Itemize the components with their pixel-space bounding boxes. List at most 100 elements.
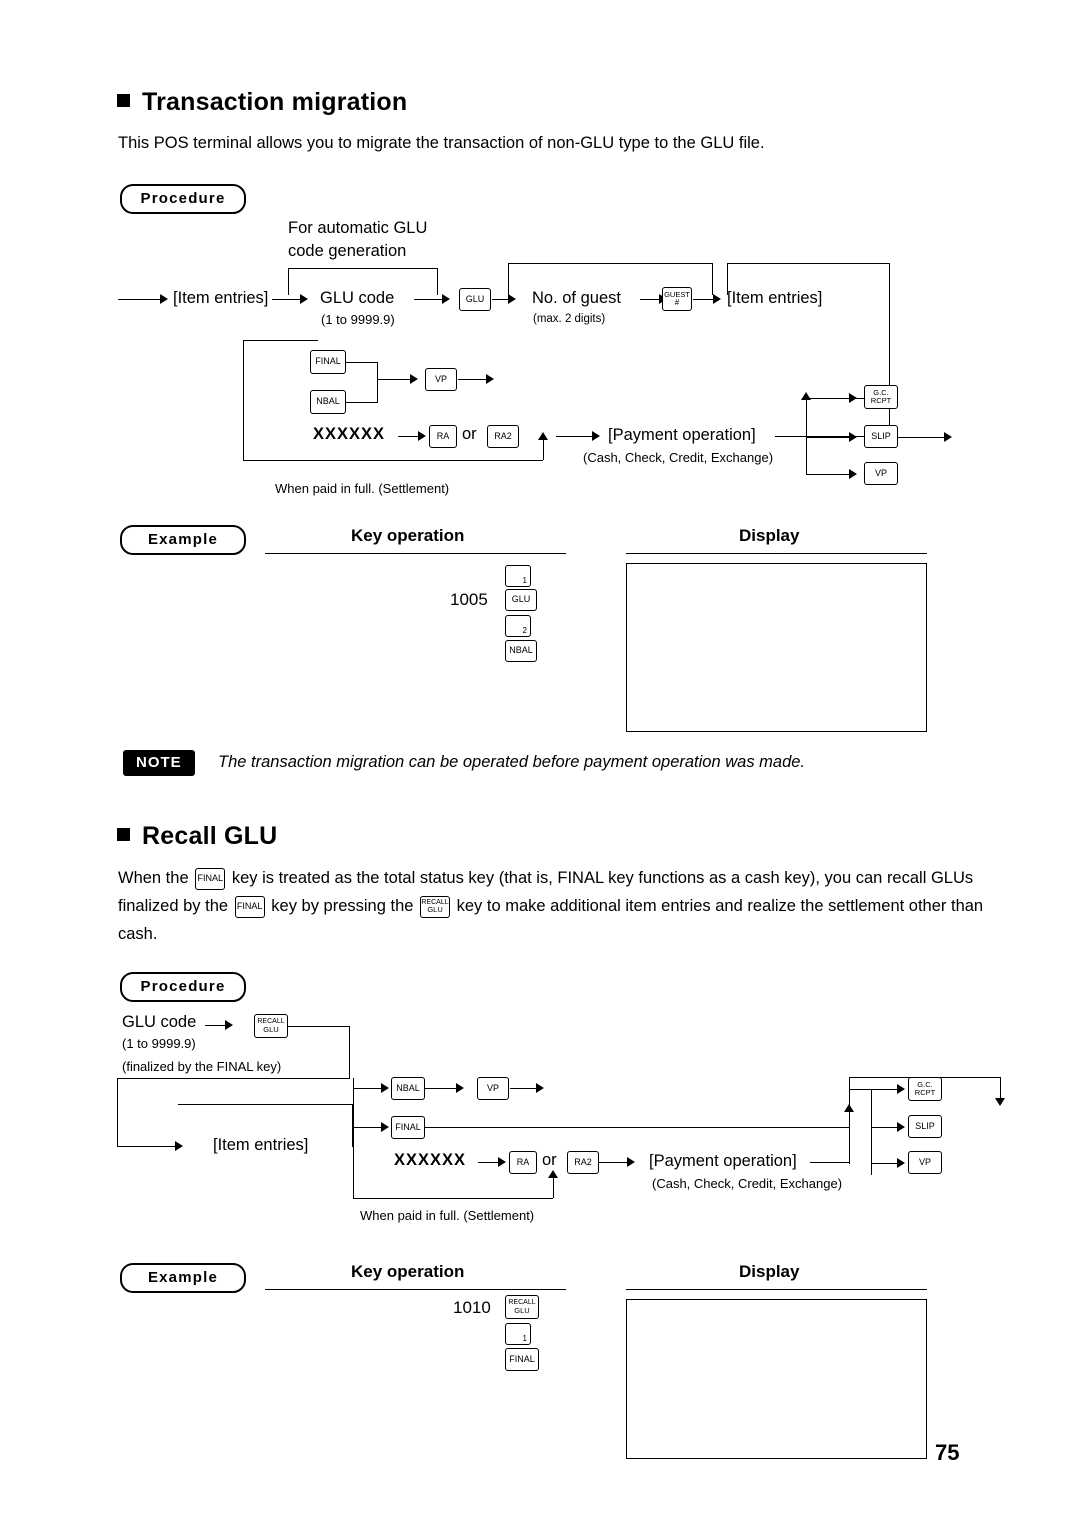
example1-amount: 1005 xyxy=(450,590,488,609)
flow1-right-branch-v xyxy=(806,398,807,474)
flow2-arrow-vp-out xyxy=(536,1083,544,1093)
key-recall-glu-1: RECALL GLU xyxy=(254,1014,288,1038)
flow1-join-to-vp xyxy=(377,379,412,380)
flow1-top-bracket-2-left xyxy=(508,263,509,295)
flow2-right-sub-top xyxy=(849,1089,871,1090)
flow2-arrow-payment xyxy=(627,1157,635,1167)
flow1-max-digits: (max. 2 digits) xyxy=(533,313,606,325)
flow1-xxxxxx-out xyxy=(398,436,420,437)
flow2-arrow-slip xyxy=(897,1122,905,1132)
example1-key-glu: GLU xyxy=(505,589,537,611)
flow2-final-out-long xyxy=(425,1127,850,1128)
flow2-glu-range: (1 to 9999.9) xyxy=(122,1036,196,1051)
col-display-1: Display xyxy=(739,526,800,545)
flow2-right-branch-v xyxy=(849,1110,850,1164)
flow1-top-bracket-3 xyxy=(727,263,890,264)
key-ra2-1: RA2 xyxy=(487,425,519,448)
example2-amount: 1010 xyxy=(453,1298,491,1317)
section-heading-transaction-migration: Transaction migration xyxy=(117,88,407,117)
example-label-2: Example xyxy=(120,1263,246,1293)
flow1-right-branch-bot xyxy=(806,474,851,475)
key-vp-2: VP xyxy=(864,462,898,485)
flow2-arrow-up-1 xyxy=(548,1170,558,1178)
flow2-arrow-vp2 xyxy=(897,1158,905,1168)
flow1-arrow-4 xyxy=(508,294,516,304)
col-key-operation-2: Key operation xyxy=(351,1262,465,1281)
manual-page: Transaction migration This POS terminal … xyxy=(0,0,1080,1526)
rule-display-1 xyxy=(626,553,927,554)
auto-glu-note-line1: For automatic GLU xyxy=(288,219,428,237)
para-l2b: key by pressing the xyxy=(271,897,414,915)
flow1-to-payment xyxy=(556,436,594,437)
flow2-box-left-down xyxy=(117,1078,118,1147)
flow1-top-bracket-3-right xyxy=(889,263,890,295)
key-slip-2: SLIP xyxy=(908,1115,942,1138)
flow1-payment-operation: [Payment operation] xyxy=(608,426,756,444)
flow2-arrow-ra xyxy=(498,1157,506,1167)
flow2-paid-in-full: When paid in full. (Settlement) xyxy=(360,1208,535,1223)
flow1-line-3 xyxy=(414,299,444,300)
key-final-3: FINAL xyxy=(391,1116,425,1139)
square-bullet-icon-2 xyxy=(117,828,130,841)
inline-key-final-2: FINAL xyxy=(234,895,265,918)
flow1-arrow-2 xyxy=(300,294,308,304)
flow2-arrow-1 xyxy=(225,1020,233,1030)
flow2-line-1 xyxy=(205,1025,227,1026)
flow2-box-right xyxy=(349,1026,350,1078)
flow1-exit-line xyxy=(898,437,946,438)
key-ra2-2: RA2 xyxy=(567,1151,599,1174)
key-vp-4: VP xyxy=(908,1151,942,1174)
flow1-arrow-1 xyxy=(160,294,168,304)
flow1-arrow-vp xyxy=(410,374,418,384)
example-label-1: Example xyxy=(120,525,246,555)
flow2-xxxxxx: XXXXXX xyxy=(394,1151,467,1169)
flow2-to-payment xyxy=(599,1162,629,1163)
key-nbal-1: NBAL xyxy=(310,390,346,414)
rule-key-operation-2 xyxy=(265,1289,566,1290)
flow2-arrow-gc xyxy=(897,1084,905,1094)
key-nbal-2: NBAL xyxy=(391,1077,425,1100)
flow2-item-entries-box xyxy=(178,1104,353,1147)
key-slip-1: SLIP xyxy=(864,425,898,448)
inline-key-final-1: FINAL xyxy=(195,867,226,890)
display-box-2 xyxy=(626,1299,927,1459)
flow2-to-nbal xyxy=(353,1088,383,1089)
flow1-top-bracket-1 xyxy=(288,268,438,269)
flow2-or: or xyxy=(542,1151,557,1169)
flow2-to-slip xyxy=(871,1127,899,1128)
flow1-glu-range: (1 to 9999.9) xyxy=(321,312,395,327)
flow1-line-2 xyxy=(272,299,302,300)
note-text: The transaction migration can be operate… xyxy=(218,753,806,771)
section-heading-recall-glu: Recall GLU xyxy=(117,822,277,851)
flow1-arrow-slip xyxy=(849,432,857,442)
flow2-box-top xyxy=(288,1026,350,1027)
flow1-arrow-vp2 xyxy=(849,469,857,479)
key-glu-1: GLU xyxy=(459,288,491,311)
flow1-top-bracket-2 xyxy=(508,263,713,264)
para-l2c: key to make additional item entries and … xyxy=(456,897,824,915)
display-box-1 xyxy=(626,563,927,732)
flow2-payment-types: (Cash, Check, Credit, Exchange) xyxy=(652,1176,843,1191)
example2-key-final: FINAL xyxy=(505,1348,539,1371)
flow2-stack-bottom-right xyxy=(553,1176,554,1198)
para-l1b: key is treated as the total status key (… xyxy=(231,869,883,887)
procedure-label-2: Procedure xyxy=(120,972,246,1002)
key-ra-2: RA xyxy=(509,1151,537,1174)
procedure-label-1: Procedure xyxy=(120,184,246,214)
flow2-payment-right xyxy=(810,1162,850,1163)
flow2-box-bottom xyxy=(117,1078,350,1079)
section2-paragraph: When the FINAL key is treated as the tot… xyxy=(118,864,1018,948)
note-badge: NOTE xyxy=(123,750,195,776)
flow1-left-box-top xyxy=(243,340,318,341)
flow2-to-gc xyxy=(871,1089,899,1090)
flow2-nbal-out xyxy=(425,1088,458,1089)
key-gc-rcpt-2: G.C. RCPT xyxy=(908,1077,942,1101)
flow1-glu-code-label: GLU code xyxy=(320,289,395,307)
flow2-arrow-vp xyxy=(456,1083,464,1093)
flow1-top-bracket-2-right xyxy=(712,263,713,295)
flow2-to-vp2 xyxy=(871,1163,899,1164)
flow2-box-to-item xyxy=(117,1146,177,1147)
flow1-right-branch-top xyxy=(806,398,868,399)
para-l1a: When the xyxy=(118,869,189,887)
inline-key-recall-glu: RECALL GLU xyxy=(420,895,451,918)
